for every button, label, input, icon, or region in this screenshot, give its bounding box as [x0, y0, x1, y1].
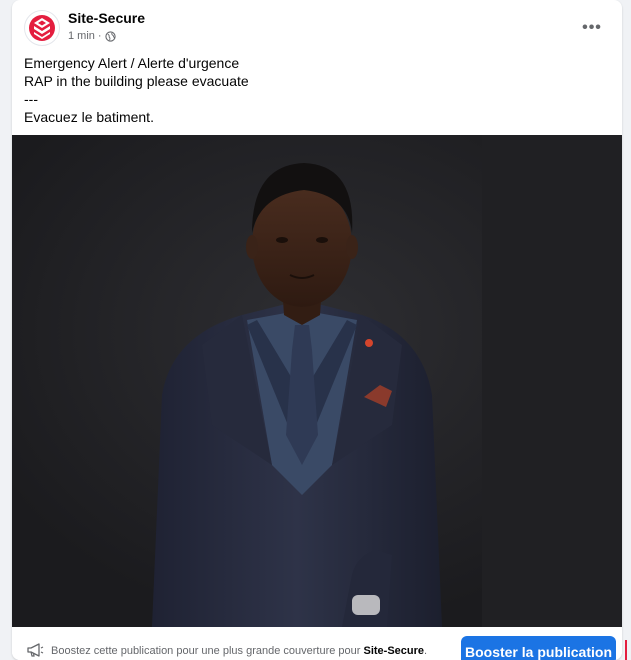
more-options-button[interactable]: ••• — [574, 10, 610, 46]
site-secure-logo-icon — [29, 15, 55, 41]
post-photo[interactable] — [12, 135, 622, 627]
post-header: Site-Secure 1 min · ••• — [24, 10, 610, 46]
page-name-link[interactable]: Site-Secure — [68, 10, 145, 26]
boost-description: Boostez cette publication pour une plus … — [51, 645, 427, 657]
portrait-photo — [12, 135, 622, 627]
post-line: Emergency Alert / Alerte d'urgence — [24, 55, 240, 71]
boost-post-button[interactable]: Booster la publication — [461, 636, 616, 660]
post-message: Emergency Alert / Alerte d'urgence RAP i… — [24, 54, 610, 126]
post-line: RAP in the building please evacuate — [24, 73, 249, 89]
meta-separator: · — [97, 30, 102, 42]
boost-text-prefix: Boostez cette publication pour une plus … — [51, 645, 361, 657]
globe-icon[interactable] — [104, 30, 116, 42]
post-line: --- — [24, 91, 38, 107]
boost-page-name: Site-Secure — [363, 645, 425, 657]
boost-text-suffix: . — [424, 645, 428, 657]
edge-marker — [625, 640, 627, 660]
post-timestamp[interactable]: 1 min — [68, 30, 95, 42]
boost-bar: Boostez cette publication pour une plus … — [12, 627, 622, 660]
page-avatar[interactable] — [24, 10, 60, 46]
megaphone-icon — [27, 643, 44, 657]
post-meta: 1 min · — [68, 30, 116, 42]
post-line: Evacuez le batiment. — [24, 109, 154, 125]
post-card: Site-Secure 1 min · ••• Emergency Alert … — [12, 0, 622, 660]
